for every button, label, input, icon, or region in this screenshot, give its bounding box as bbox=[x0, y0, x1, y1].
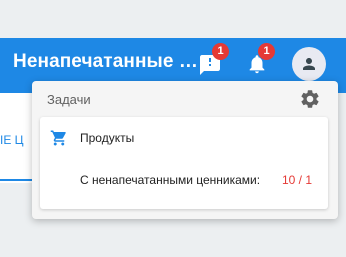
messages-badge: 1 bbox=[212, 43, 229, 60]
account-icon bbox=[303, 58, 315, 70]
unprinted-labels-label: С ненапечатанными ценниками: bbox=[80, 173, 261, 187]
notifications-button[interactable]: 1 bbox=[246, 43, 275, 79]
avatar-button[interactable] bbox=[292, 47, 326, 81]
notifications-badge: 1 bbox=[258, 43, 275, 60]
task-card-products[interactable]: Продукты С ненапечатанными ценниками: 10… bbox=[40, 117, 328, 209]
tasks-dropdown-panel: Задачи Продукты С ненапечатанными ценник… bbox=[32, 81, 338, 219]
unprinted-labels-count: 10 / 1 bbox=[282, 173, 313, 187]
messages-button[interactable]: 1 bbox=[198, 43, 229, 79]
panel-title: Задачи bbox=[47, 92, 91, 107]
gear-icon[interactable] bbox=[299, 88, 321, 110]
task-card-title: Продукты bbox=[80, 131, 135, 145]
page-title: Ненапечатанные … bbox=[13, 51, 198, 72]
tab-active[interactable]: ІЕ Ц bbox=[0, 133, 24, 147]
cart-icon bbox=[50, 130, 66, 146]
